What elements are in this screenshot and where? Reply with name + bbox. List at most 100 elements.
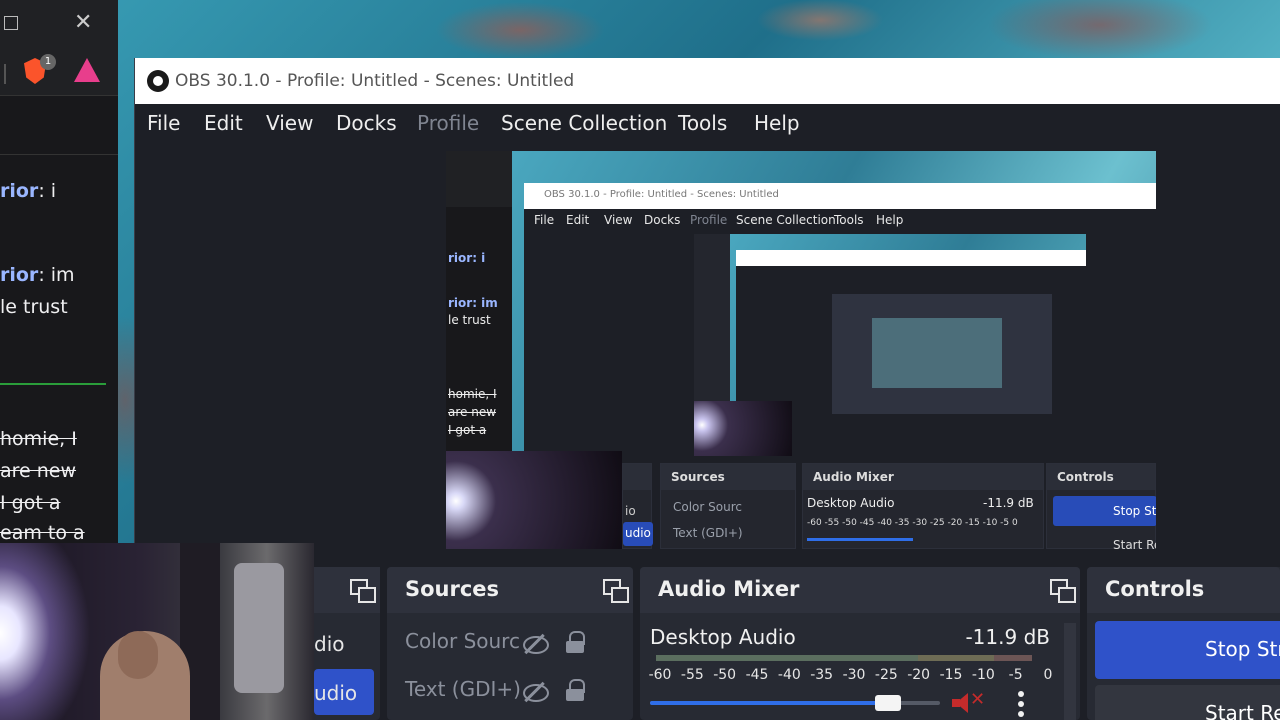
preview-chat-line: le trust <box>448 313 491 327</box>
controls-dock-header: Controls <box>1087 567 1280 613</box>
meter-tick-label: -50 <box>713 667 737 683</box>
sources-dock: Sources Color Sourc Text (GDI+) <box>387 567 633 720</box>
audio-mixer-dock-header: Audio Mixer <box>640 567 1080 613</box>
menu-profile[interactable]: Profile <box>417 111 479 135</box>
preview-scene-item: io <box>625 504 636 518</box>
undock-icon[interactable] <box>1050 579 1076 603</box>
source-item[interactable]: Color Sourc <box>405 629 611 665</box>
lock-icon[interactable] <box>566 631 585 653</box>
start-recording-button[interactable]: Start Re <box>1095 685 1280 720</box>
rewards-triangle-icon[interactable] <box>74 58 100 82</box>
start-recording-label: Start Re <box>1205 701 1280 720</box>
mute-x-icon: ✕ <box>970 689 986 710</box>
meter-tick-label: 0 <box>1043 667 1053 683</box>
meter-tick-label: -30 <box>842 667 866 683</box>
meter-tick-label: -45 <box>745 667 769 683</box>
preview-webcam-source <box>446 451 622 549</box>
menu-docks[interactable]: Docks <box>336 111 397 135</box>
webcam-overlay <box>0 543 314 720</box>
preview-obs-titlebar: OBS 30.1.0 - Profile: Untitled - Scenes:… <box>524 183 1156 209</box>
background-browser-window: ✕ 1 rior: i rior: im le trust homie, I a… <box>0 0 118 545</box>
preview-scenes-dock: io udio <box>622 463 653 549</box>
preview-dock-title: Controls <box>1057 470 1114 484</box>
preview-obs-title: OBS 30.1.0 - Profile: Untitled - Scenes:… <box>544 189 779 200</box>
preview-menu-item: Profile <box>690 213 728 227</box>
meter-tick-label: -35 <box>810 667 834 683</box>
controls-title: Controls <box>1105 577 1205 601</box>
preview-menu-item: File <box>534 213 555 227</box>
browser-toolbar <box>0 48 118 96</box>
menu-help[interactable]: Help <box>754 111 800 135</box>
close-icon[interactable]: ✕ <box>74 12 92 34</box>
preview-dock-title: Audio Mixer <box>813 470 894 484</box>
source-name: Text (GDI+) <box>405 677 521 701</box>
preview-chat-line: rior: im <box>448 296 498 310</box>
source-name: Color Sourc <box>405 629 520 653</box>
nested-webcam-source <box>694 401 792 456</box>
menu-bar: File Edit View Docks Profile Scene Colle… <box>135 104 1280 144</box>
menu-scene-collection[interactable]: Scene Collection <box>501 111 667 135</box>
chat-highlight-divider <box>0 383 106 385</box>
volume-meter <box>656 655 1032 661</box>
mixer-channel-level: -11.9 dB <box>965 625 1050 649</box>
preview-stop-stream-button: Stop Str <box>1053 496 1156 526</box>
visibility-hidden-icon[interactable] <box>521 681 549 702</box>
obs-preview[interactable]: rior: i rior: im le trust homie, I are n… <box>446 151 1156 549</box>
source-item[interactable]: Text (GDI+) <box>405 677 611 713</box>
meter-tick-label: -10 <box>971 667 995 683</box>
preview-browser-toolbar <box>446 151 512 207</box>
preview-sources-dock: Sources Color Sourc Text (GDI+) <box>660 463 796 549</box>
preview-source-item: Color Sourc <box>673 500 742 514</box>
nested-obs-titlebar <box>736 250 1086 266</box>
undock-icon[interactable] <box>350 579 376 603</box>
brave-badge: 1 <box>40 54 56 70</box>
sources-dock-header: Sources <box>387 567 633 613</box>
meter-red-zone <box>994 655 1032 661</box>
volume-slider-thumb[interactable] <box>875 695 901 711</box>
meter-tick-label: -5 <box>1008 667 1023 683</box>
meter-tick-label: -40 <box>777 667 801 683</box>
meter-green-zone <box>656 655 918 661</box>
webcam-hanging-cloth <box>234 563 284 693</box>
lock-icon[interactable] <box>566 679 585 701</box>
chat-message: I got a <box>0 492 61 514</box>
chat-divider <box>0 154 118 155</box>
preview-menu-item: Edit <box>566 213 590 227</box>
chat-text: : im <box>38 264 75 286</box>
scene-item[interactable]: dio <box>314 620 345 666</box>
visibility-hidden-icon[interactable] <box>521 633 549 654</box>
webcam-person-head <box>118 631 158 679</box>
window-title: OBS 30.1.0 - Profile: Untitled - Scenes:… <box>175 71 575 91</box>
preview-menu-item: Docks <box>644 213 681 227</box>
scene-item-selected[interactable]: udio <box>314 669 374 715</box>
meter-tick-label: -60 <box>648 667 672 683</box>
chat-message: eam to a <box>0 522 85 544</box>
meter-tick-label: -15 <box>939 667 963 683</box>
preview-chat-line: are new <box>448 405 497 419</box>
menu-view[interactable]: View <box>266 111 313 135</box>
preview-chat-line: homie, I <box>448 387 497 401</box>
menu-edit[interactable]: Edit <box>204 111 243 135</box>
menu-file[interactable]: File <box>147 111 180 135</box>
maximize-icon[interactable] <box>4 16 18 30</box>
chat-username[interactable]: rior <box>0 180 38 202</box>
preview-dock-header: Audio Mixer <box>803 464 1043 490</box>
mixer-scrollbar[interactable] <box>1064 623 1076 720</box>
undock-icon[interactable] <box>603 579 629 603</box>
scenes-dock-header <box>314 567 380 613</box>
more-options-icon[interactable] <box>1018 691 1024 717</box>
preview-controls-dock: Controls Stop Str Start Re <box>1046 463 1156 549</box>
preview-menu-item: View <box>604 213 633 227</box>
scenes-dock: dio udio <box>314 567 380 720</box>
volume-slider-fill <box>650 701 888 705</box>
controls-dock: Controls Stop Str Start Re <box>1087 567 1280 720</box>
chat-message: rior: i <box>0 180 56 202</box>
menu-tools[interactable]: Tools <box>678 111 727 135</box>
preview-dock-header: Sources <box>661 464 795 490</box>
nested-obs-preview <box>832 294 1052 414</box>
stop-streaming-button[interactable]: Stop Str <box>1095 621 1280 679</box>
chat-message: rior: im <box>0 264 75 286</box>
preview-browser: rior: i rior: im le trust homie, I are n… <box>446 151 512 451</box>
meter-scale: -60 -55 -50 -45 -40 -35 -30 -25 -20 -15 -10 -5 0 <box>648 667 1053 687</box>
chat-username[interactable]: rior <box>0 264 38 286</box>
